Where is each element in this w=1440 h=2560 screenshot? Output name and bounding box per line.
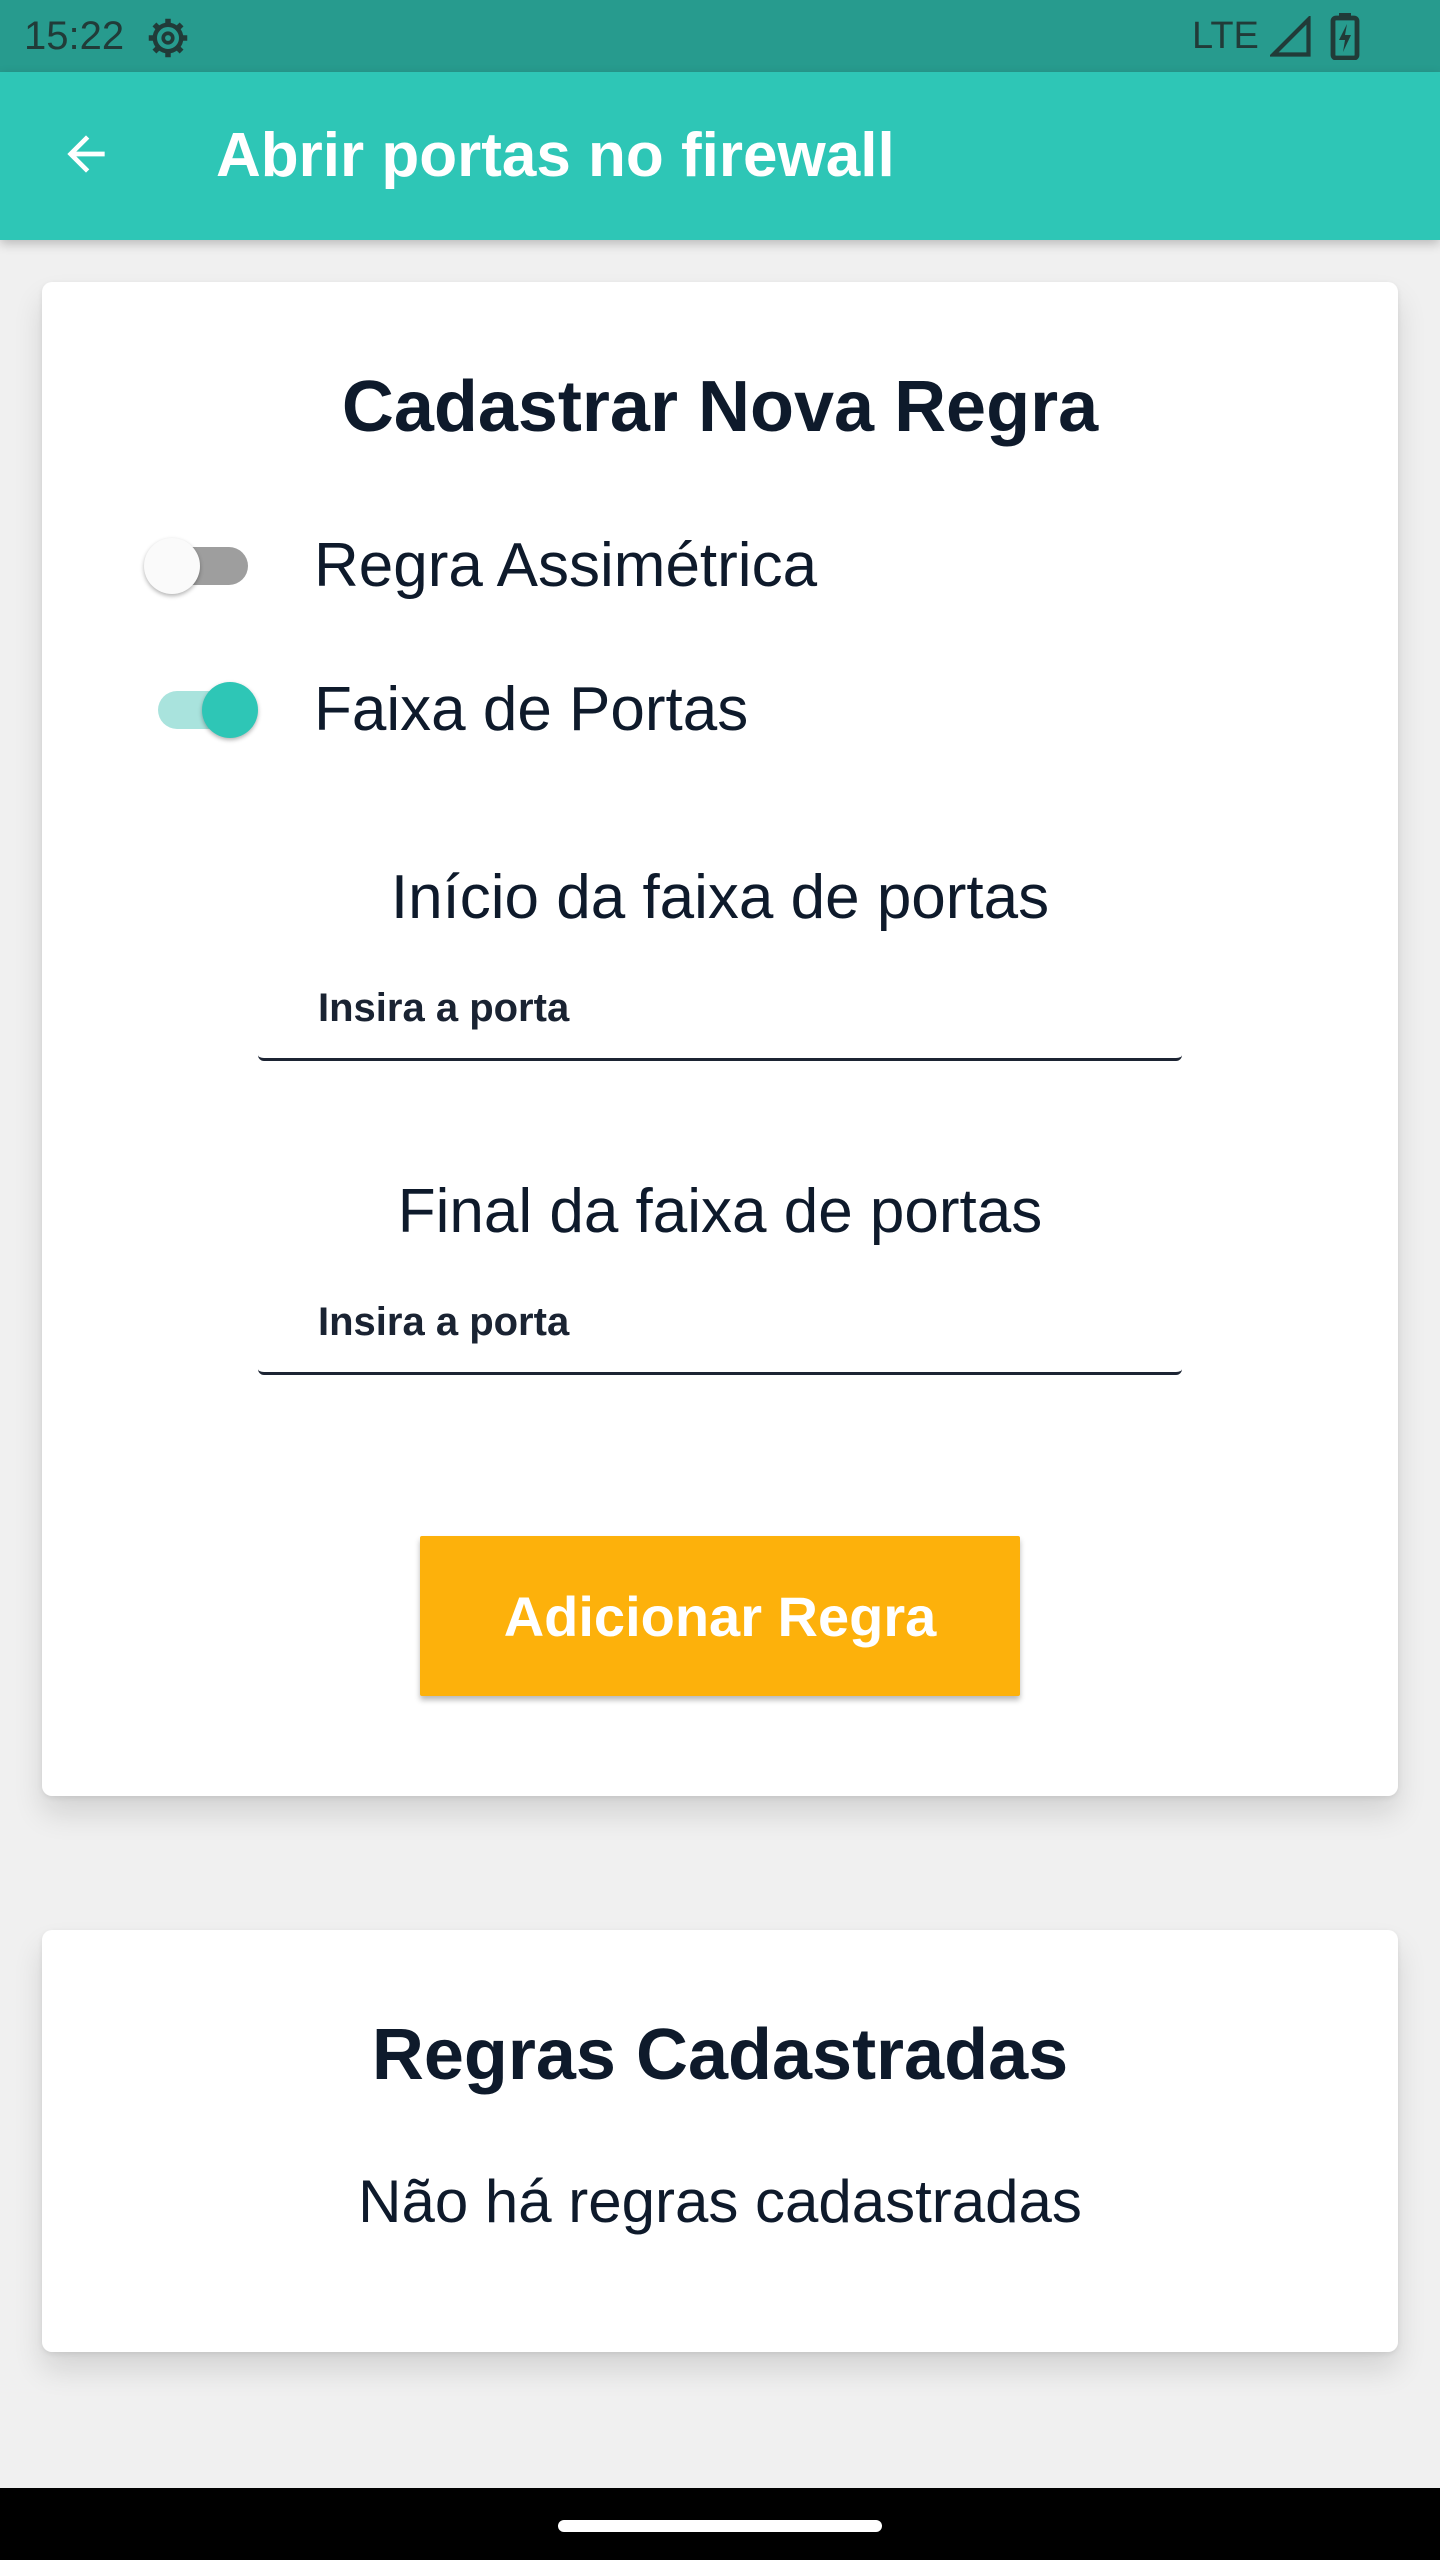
registered-rules-title: Regras Cadastradas [371, 2015, 1069, 2095]
switch-thumb [144, 538, 200, 594]
port-range-label: Faixa de Portas [314, 675, 749, 744]
status-time: 15:22 [24, 14, 125, 58]
settings-gear-icon [146, 16, 190, 60]
asymmetric-rule-toggle-row[interactable]: Regra Assimétrica [142, 516, 817, 616]
new-rule-title: Cadastrar Nova Regra [341, 367, 1099, 447]
port-range-switch[interactable] [142, 670, 262, 750]
cell-signal-icon [1268, 14, 1312, 58]
range-end-input[interactable] [258, 1272, 1182, 1372]
asymmetric-rule-label: Regra Assimétrica [314, 531, 818, 600]
page-title: Abrir portas no firewall [216, 121, 895, 190]
navigation-bar [0, 2488, 1440, 2560]
range-start-heading: Início da faixa de portas [390, 863, 1050, 932]
battery-charging-icon [1330, 12, 1360, 61]
empty-rules-message: Não há regras cadastradas [358, 2168, 1082, 2235]
arrow-left-icon [58, 126, 114, 187]
range-end-field[interactable] [258, 1272, 1182, 1375]
port-range-toggle-row[interactable]: Faixa de Portas [142, 660, 748, 760]
range-start-field[interactable] [258, 958, 1182, 1061]
app-bar: Abrir portas no firewall [0, 72, 1440, 240]
home-gesture-handle[interactable] [558, 2520, 882, 2532]
range-start-input[interactable] [258, 958, 1182, 1058]
registered-rules-card: Regras Cadastradas Não há regras cadastr… [42, 1930, 1398, 2352]
new-rule-card: Cadastrar Nova Regra Regra Assimétrica F… [42, 282, 1398, 1796]
range-end-heading: Final da faixa de portas [397, 1177, 1043, 1246]
add-rule-button[interactable]: Adicionar Regra [420, 1536, 1020, 1696]
asymmetric-rule-switch[interactable] [142, 526, 262, 606]
back-button[interactable] [40, 110, 132, 202]
status-bar: 15:22 LTE [0, 0, 1440, 72]
switch-thumb [202, 682, 258, 738]
network-type: LTE [1192, 15, 1259, 57]
